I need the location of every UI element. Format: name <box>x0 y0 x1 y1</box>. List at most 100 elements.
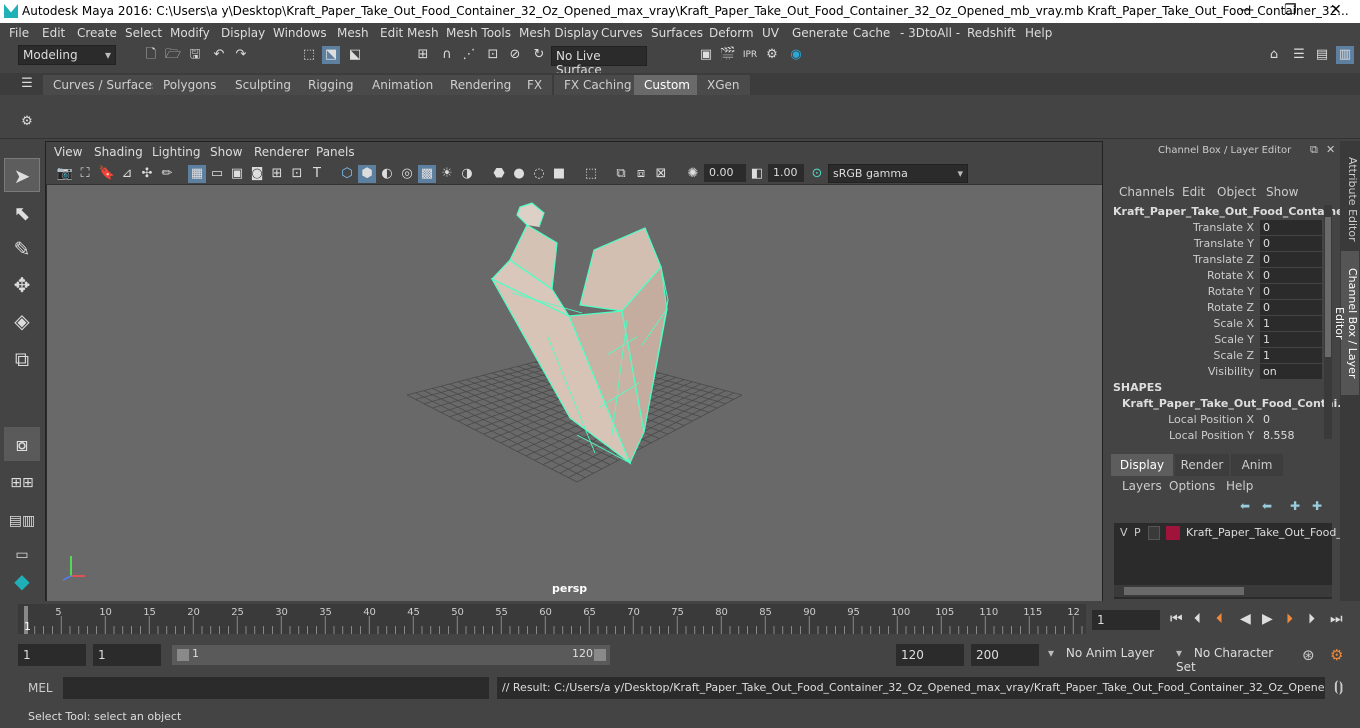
tab-rigging[interactable]: Rigging <box>298 75 364 95</box>
paint-select-tool-icon[interactable]: ✎ <box>4 232 40 266</box>
xray-icon[interactable]: ⧉ <box>612 165 630 183</box>
end-time-field[interactable]: 200 <box>971 644 1039 666</box>
xray-joints-icon[interactable]: ⧈ <box>632 165 650 183</box>
menu-curves[interactable]: Curves <box>601 26 643 40</box>
menu-3dtoall[interactable]: - 3DtoAll - <box>900 26 960 40</box>
menu-create[interactable]: Create <box>77 26 117 40</box>
vp-menu-shading[interactable]: Shading <box>94 145 143 159</box>
2d-pan-zoom-icon[interactable]: ✣ <box>138 165 156 183</box>
tab-attribute-editor[interactable]: Attribute Editor <box>1341 151 1359 247</box>
step-forward-key-icon[interactable]: ⏵ <box>1286 611 1293 627</box>
mode-dropdown[interactable]: Modeling ▾ <box>18 45 116 65</box>
time-slider[interactable]: 5 10 15 20 25 30 35 40 45 50 55 60 65 70 75 80 85 90 95 100… <box>18 604 1086 634</box>
attr-value[interactable]: 8.558 <box>1260 428 1322 443</box>
screen-space-ao-icon[interactable]: ⬣ <box>490 165 508 183</box>
safe-action-icon[interactable]: ⊡ <box>288 165 306 183</box>
play-forwards-icon[interactable]: ▶ <box>1262 611 1273 627</box>
snap-grid-icon[interactable]: ⊞ <box>414 46 432 64</box>
attr-translate-x[interactable]: Translate X 0 <box>1108 220 1326 236</box>
attr-value[interactable]: 0 <box>1260 252 1322 267</box>
float-panel-icon[interactable]: ⧉ <box>1310 143 1318 157</box>
attr-translate-y[interactable]: Translate Y 0 <box>1108 236 1326 252</box>
attr-value[interactable]: 0 <box>1260 268 1322 283</box>
play-backwards-icon[interactable]: ◀ <box>1240 611 1251 627</box>
render-settings-icon[interactable]: ⚙ <box>763 46 781 64</box>
workspace-icon[interactable]: ⌂ <box>1265 46 1283 64</box>
attr-value[interactable]: 1 <box>1260 316 1322 331</box>
grease-pencil-icon[interactable]: ✏ <box>158 165 176 183</box>
layer-visibility-toggle[interactable]: V <box>1120 526 1128 539</box>
camera-attributes-icon[interactable]: ⛶ <box>76 165 94 183</box>
layer-row[interactable]: V P Kraft_Paper_Take_Out_Food_C <box>1114 523 1350 543</box>
select-hierarchy-icon[interactable]: ⬚ <box>300 46 318 64</box>
layer-playback-toggle[interactable]: P <box>1134 526 1141 539</box>
gamma-icon[interactable]: ◧ <box>748 165 766 183</box>
layer-name[interactable]: Kraft_Paper_Take_Out_Food_C <box>1186 526 1350 539</box>
wireframe-on-shaded-icon[interactable]: ◐ <box>378 165 396 183</box>
hypershade-icon[interactable]: ◉ <box>787 46 805 64</box>
layer-color-swatch[interactable] <box>1166 526 1180 540</box>
gamma-field[interactable]: 1.00 <box>768 164 804 182</box>
anim-layer-dropdown[interactable]: ▾ No Anim Layer <box>1044 644 1162 666</box>
attr-rotate-y[interactable]: Rotate Y 0 <box>1108 284 1326 300</box>
move-layer-down-icon[interactable]: ⬅ <box>1262 499 1272 513</box>
redo-icon[interactable]: ↷ <box>232 46 250 64</box>
attribute-editor-toggle-icon[interactable]: ▤ <box>1313 46 1331 64</box>
viewport-3d-canvas[interactable]: persp <box>47 185 1102 601</box>
grid-toggle-icon[interactable]: ▦ <box>188 165 206 183</box>
default-material-icon[interactable]: ◎ <box>398 165 416 183</box>
tab-fx-caching[interactable]: FX Caching <box>554 75 642 95</box>
lights-icon[interactable]: ☀ <box>438 165 456 183</box>
vp-menu-panels[interactable]: Panels <box>316 145 355 159</box>
colorspace-dropdown[interactable]: sRGB gamma ▾ <box>828 164 968 183</box>
exposure-icon[interactable]: ✺ <box>684 165 702 183</box>
attr-rotate-x[interactable]: Rotate X 0 <box>1108 268 1326 284</box>
motion-blur-icon[interactable]: ● <box>510 165 528 183</box>
xray-components-icon[interactable]: ⊠ <box>652 165 670 183</box>
field-chart-icon[interactable]: ⊞ <box>268 165 286 183</box>
minimize-button[interactable]: — <box>1240 2 1254 18</box>
tab-curves-surfaces[interactable]: Curves / Surfaces <box>43 75 169 95</box>
image-plane-icon[interactable]: ⊿ <box>118 165 136 183</box>
attr-rotate-z[interactable]: Rotate Z 0 <box>1108 300 1326 316</box>
new-layer-selected-icon[interactable]: ✚ <box>1312 499 1322 513</box>
tab-polygons[interactable]: Polygons <box>153 75 227 95</box>
attr-value[interactable]: 0 <box>1260 412 1322 427</box>
menu-cache[interactable]: Cache <box>853 26 890 40</box>
close-button[interactable]: ✕ <box>1330 2 1342 18</box>
new-layer-icon[interactable]: ✚ <box>1290 499 1300 513</box>
snap-view-icon[interactable]: ⊡ <box>484 46 502 64</box>
attr-scale-x[interactable]: Scale X 1 <box>1108 316 1326 332</box>
snap-point-icon[interactable]: ⋰ <box>460 46 478 64</box>
snap-curve-icon[interactable]: ∩ <box>438 46 456 64</box>
exposure-field[interactable]: 0.00 <box>704 164 746 182</box>
maya-home-icon[interactable]: ◆ <box>4 564 40 598</box>
attr-local-position-x[interactable]: Local Position X 0 <box>1108 412 1326 428</box>
scrollbar-thumb[interactable] <box>1325 217 1331 357</box>
menu-mesh[interactable]: Mesh <box>337 26 369 40</box>
menu-surfaces[interactable]: Surfaces <box>651 26 703 40</box>
live-surface-field[interactable]: No Live Surface <box>551 46 647 77</box>
layer-hscrollbar[interactable] <box>1114 585 1332 597</box>
isolate-select-icon[interactable]: ⬚ <box>582 165 600 183</box>
four-view-layout-icon[interactable]: ⊞⊞ <box>4 466 40 500</box>
wireframe-icon[interactable]: ⬡ <box>338 165 356 183</box>
layer-menu-layers[interactable]: Layers <box>1122 479 1162 493</box>
range-slider-start-handle[interactable] <box>177 649 189 661</box>
cb-menu-channels[interactable]: Channels <box>1119 185 1175 199</box>
menu-edit[interactable]: Edit <box>42 26 65 40</box>
textured-icon[interactable]: ▩ <box>418 165 436 183</box>
layer-type-toggle[interactable] <box>1148 526 1160 540</box>
cb-menu-object[interactable]: Object <box>1217 185 1256 199</box>
gate-mask-icon[interactable]: ◙ <box>248 165 266 183</box>
vp-menu-renderer[interactable]: Renderer <box>254 145 309 159</box>
rotate-tool-icon[interactable]: ◈ <box>4 304 40 338</box>
start-time-field[interactable]: 1 <box>18 644 86 666</box>
move-layer-up-icon[interactable]: ⬅ <box>1240 499 1250 513</box>
menu-select[interactable]: Select <box>125 26 162 40</box>
anti-alias-icon[interactable]: ◌ <box>530 165 548 183</box>
render-frame-icon[interactable]: 🎬 <box>719 46 737 64</box>
modeling-toolkit-icon[interactable]: ☰ <box>1290 46 1308 64</box>
playback-start-field[interactable]: 1 <box>93 644 161 666</box>
camera-select-icon[interactable]: 📷 <box>56 165 74 183</box>
